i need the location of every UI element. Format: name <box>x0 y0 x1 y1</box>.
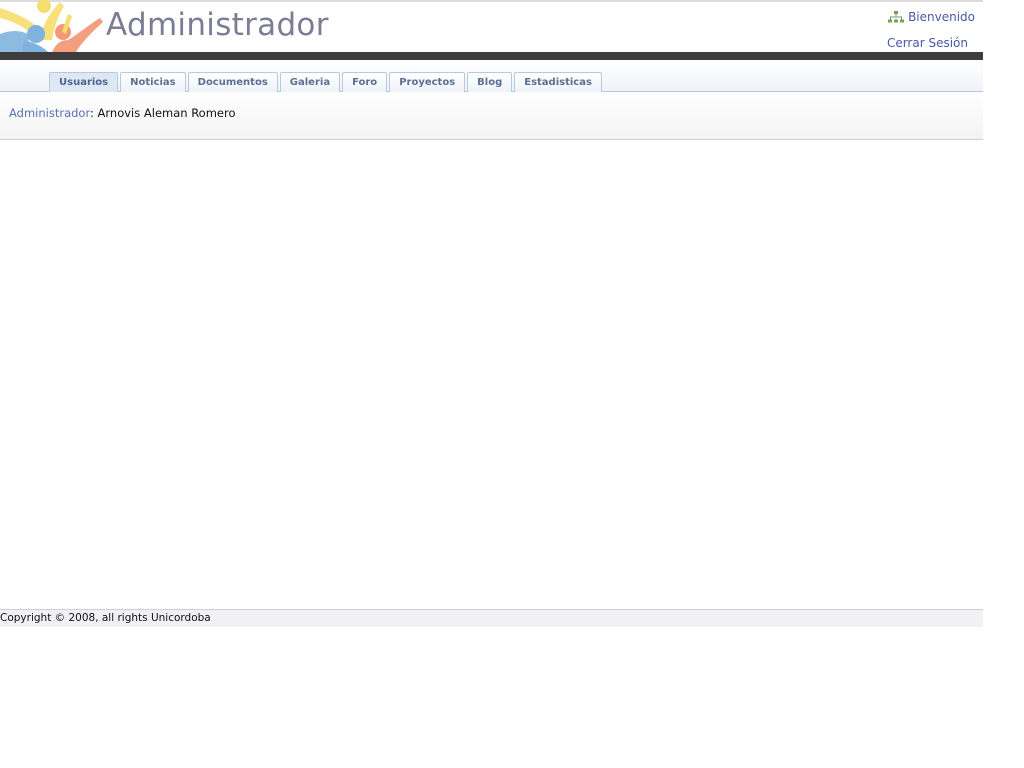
main-content <box>0 140 983 609</box>
nav-tabs-area: Usuarios Noticias Documentos Galeria For… <box>0 60 983 92</box>
app-title: Administrador <box>106 7 329 43</box>
role-separator: : <box>89 106 94 120</box>
tab-noticias[interactable]: Noticias <box>120 72 186 92</box>
tab-estadisticas[interactable]: Estadisticas <box>514 72 602 92</box>
tab-proyectos[interactable]: Proyectos <box>389 72 466 92</box>
user-name: Arnovis Aleman Romero <box>97 106 236 120</box>
header: Administrador Bienvenido Cerrar Sesión <box>0 0 983 52</box>
tab-documentos[interactable]: Documentos <box>187 72 278 92</box>
tab-foro[interactable]: Foro <box>342 72 388 92</box>
welcome-label: Bienvenido <box>908 10 975 24</box>
tab-galeria[interactable]: Galeria <box>279 72 341 92</box>
people-logo <box>0 0 103 52</box>
welcome-link[interactable]: Bienvenido <box>888 10 975 24</box>
footer: Copyright © 2008, all rights Unicordoba <box>0 609 983 627</box>
header-top-line <box>0 0 983 2</box>
sitemap-icon <box>888 10 905 22</box>
logout-link[interactable]: Cerrar Sesión <box>887 36 968 50</box>
tab-usuarios[interactable]: Usuarios <box>49 72 119 92</box>
user-info-bar: Administrador: Arnovis Aleman Romero <box>0 92 983 140</box>
header-dark-bar <box>0 52 983 60</box>
role-link[interactable]: Administrador <box>9 106 90 120</box>
page: Administrador Bienvenido Cerrar Sesión U… <box>0 0 983 627</box>
copyright-text: Copyright © 2008, all rights Unicordoba <box>0 612 211 624</box>
nav-tabs: Usuarios Noticias Documentos Galeria For… <box>49 72 602 92</box>
tab-blog[interactable]: Blog <box>467 72 513 92</box>
